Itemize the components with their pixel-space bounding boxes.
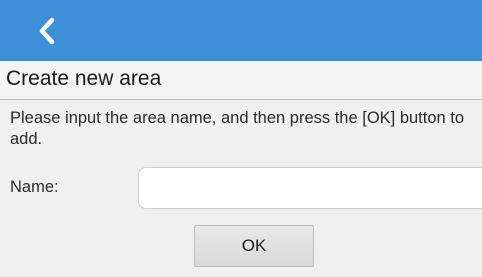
create-area-screen: Create new area Please input the area na… <box>0 0 482 277</box>
app-header <box>0 0 482 61</box>
name-label: Name: <box>10 178 59 196</box>
page-title: Create new area <box>6 67 162 90</box>
back-button[interactable] <box>34 16 60 46</box>
title-bar: Create new area <box>0 61 482 100</box>
instructions-text: Please input the area name, and then pre… <box>10 109 465 148</box>
ok-button[interactable]: OK <box>194 225 314 267</box>
chevron-left-icon <box>39 17 55 45</box>
name-input[interactable] <box>138 167 482 209</box>
